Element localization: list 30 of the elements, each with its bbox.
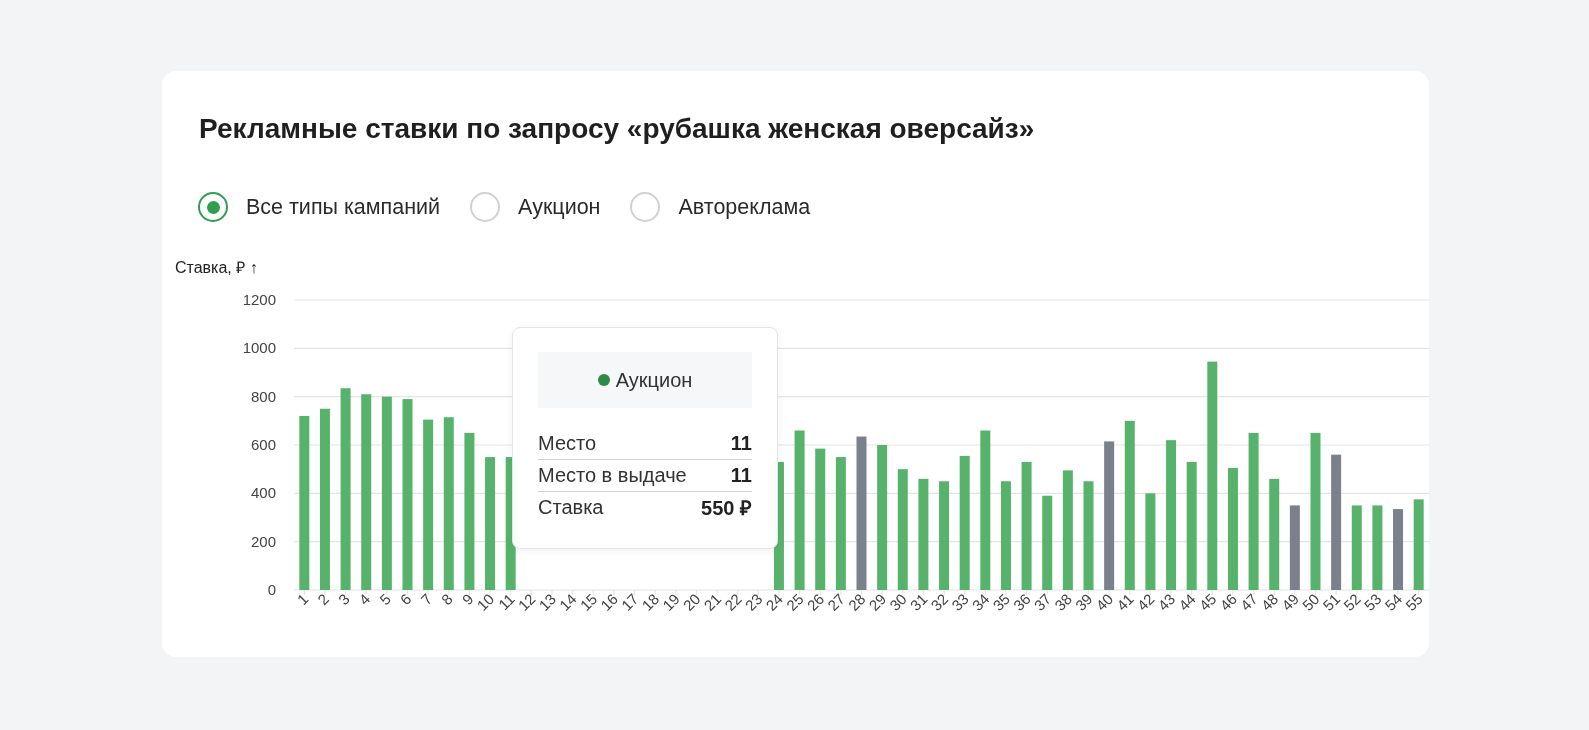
radio-label[interactable]: Аукцион <box>518 194 601 220</box>
radio-button[interactable] <box>630 192 661 222</box>
y-tick-label: 1200 <box>242 291 276 308</box>
radio-button[interactable] <box>198 192 228 222</box>
x-tick-label: 3 <box>334 590 353 608</box>
chart-title: Рекламные ставки по запросу «рубашка женская оверсайз» <box>199 113 1036 145</box>
x-tick-label: 2 <box>314 590 333 608</box>
y-tick-label: 200 <box>250 532 276 550</box>
y-tick-label: 1000 <box>242 339 276 357</box>
x-tick-label: 4 <box>355 590 374 608</box>
radio-label[interactable]: Все типы кампаний <box>246 194 441 220</box>
y-tick-label: 600 <box>250 436 276 453</box>
radio-button[interactable] <box>470 192 501 222</box>
x-tick-label: 6 <box>396 590 415 608</box>
tooltip-series-name: Аукцион <box>615 368 693 392</box>
radio-label[interactable]: Автореклама <box>678 194 811 220</box>
x-tick-label: 5 <box>376 590 394 608</box>
y-tick-label: 0 <box>267 581 276 598</box>
tooltip-label: Ставка <box>538 496 604 519</box>
tooltip-value: 11 <box>730 464 752 487</box>
y-axis-label: Ставка, ₽ ↑ <box>175 258 258 278</box>
tooltip-label: Место в выдаче <box>538 464 687 487</box>
tooltip-value: 550 ₽ <box>701 496 752 521</box>
x-tick-label: 7 <box>417 590 436 608</box>
tooltip-label: Место <box>538 432 597 455</box>
y-tick-label: 800 <box>250 387 276 405</box>
x-tick-label: 1 <box>293 590 312 608</box>
x-tick-label: 8 <box>437 590 456 608</box>
y-tick-label: 400 <box>250 484 276 502</box>
tooltip-value: 11 <box>730 432 752 455</box>
